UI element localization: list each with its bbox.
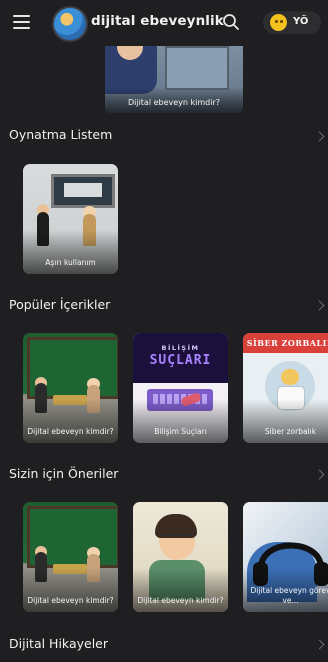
hamburger-menu-icon[interactable]	[13, 15, 30, 29]
video-card[interactable]: SİBER ZORBALIK Siber zorbalık	[243, 333, 328, 443]
chevron-right-icon[interactable]	[314, 300, 325, 311]
video-card[interactable]: Dijital ebeveyn kimdir?	[23, 502, 118, 612]
brand-title[interactable]: dijital ebeveynlik	[91, 13, 224, 29]
chevron-right-icon[interactable]	[314, 131, 325, 142]
hero-caption: Dijital ebeveyn kimdir?	[127, 98, 221, 107]
video-card[interactable]: BİLİŞİM SUÇLARI Bilişim Suçları	[133, 333, 228, 443]
card-art-title: SİBER ZORBALIK	[246, 338, 328, 348]
chevron-right-icon[interactable]	[314, 639, 325, 650]
language-selector[interactable]: YÖ	[263, 11, 321, 34]
video-card[interactable]: Dijital ebeveyn görev ve...	[243, 502, 328, 612]
video-card-label: Aşırı kullanım	[45, 258, 96, 267]
section-title-recommendations[interactable]: Sizin için Öneriler	[9, 466, 118, 481]
section-title-digital-stories[interactable]: Dijital Hikayeler	[9, 636, 108, 651]
video-card[interactable]: Dijital ebeveyn kimdir?	[23, 333, 118, 443]
video-card[interactable]: Dijital ebeveyn kimdir?	[133, 502, 228, 612]
section-title-playlist[interactable]: Oynatma Listem	[9, 127, 112, 142]
video-card[interactable]: Aşırı kullanım	[23, 164, 118, 274]
card-art-title: BİLİŞİM	[161, 344, 200, 352]
video-card-label: Dijital ebeveyn kimdir?	[137, 596, 224, 605]
hero-video-card[interactable]: Dijital ebeveyn kimdir?	[105, 46, 243, 113]
video-card-label: Bilişim Suçları	[154, 427, 207, 436]
top-bar: dijital ebeveynlik YÖ	[0, 0, 328, 46]
language-label: YÖ	[293, 16, 309, 27]
search-icon[interactable]	[222, 13, 240, 31]
video-card-label: Dijital ebeveyn kimdir?	[27, 427, 114, 436]
card-art-title: SUÇLARI	[149, 353, 212, 368]
video-card-label: Dijital ebeveyn görev ve...	[250, 586, 328, 605]
section-title-popular[interactable]: Popüler İçerikler	[9, 297, 110, 312]
video-card-label: Siber zorbalık	[264, 427, 317, 436]
brand-logo[interactable]	[52, 6, 88, 42]
user-emoji-icon	[270, 14, 287, 31]
chevron-right-icon[interactable]	[314, 469, 325, 480]
video-card-label: Dijital ebeveyn kimdir?	[27, 596, 114, 605]
